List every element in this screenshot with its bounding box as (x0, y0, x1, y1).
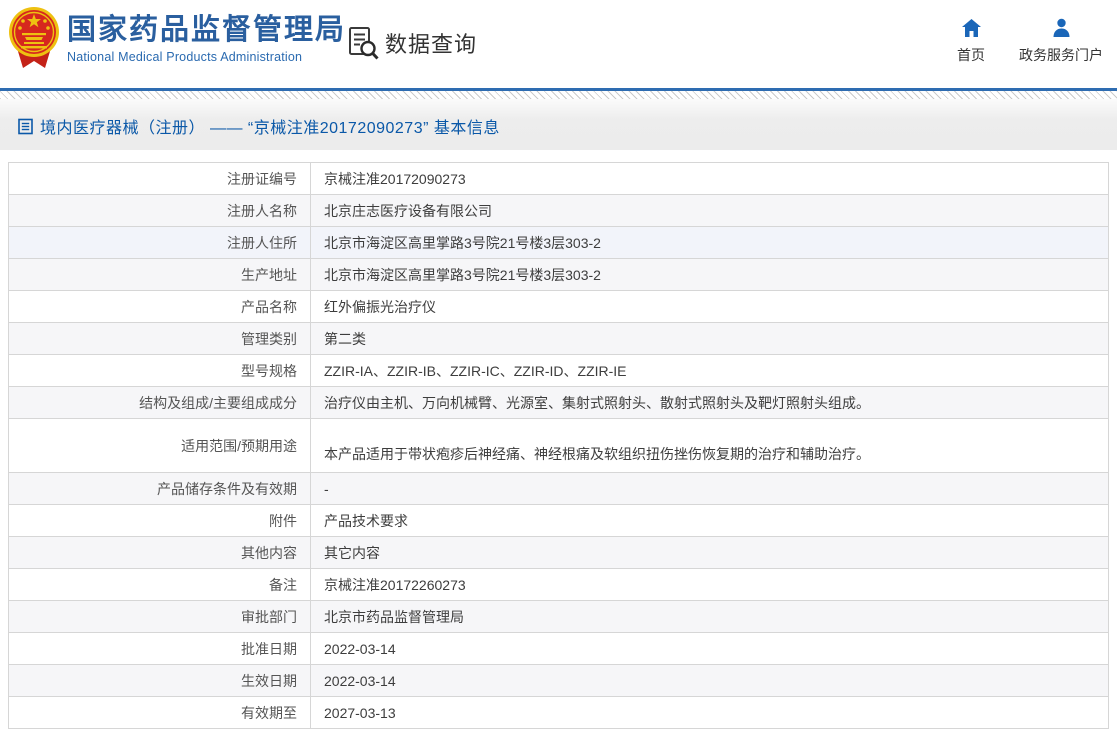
field-value: 红外偏振光治疗仪 (310, 290, 1109, 323)
site-header: 国家药品监督管理局 National Medical Products Admi… (0, 0, 1117, 88)
field-label: 批准日期 (8, 632, 311, 665)
table-row: 注册证编号 京械注准20172090273 (8, 162, 1109, 195)
field-label: 生效日期 (8, 664, 311, 697)
breadcrumb-band: 境内医疗器械（注册） —— “京械注准20172090273” 基本信息 (0, 99, 1117, 150)
field-value: - (310, 472, 1109, 505)
field-label: 注册人名称 (8, 194, 311, 227)
table-row: 产品储存条件及有效期 - (8, 472, 1109, 505)
table-row: 备注 京械注准20172260273 (8, 568, 1109, 601)
national-emblem-logo[interactable] (8, 6, 60, 70)
table-row: 产品名称 红外偏振光治疗仪 (8, 290, 1109, 323)
field-label: 生产地址 (8, 258, 311, 291)
nav-item-label: 首页 (957, 47, 985, 63)
org-name-en: National Medical Products Administration (67, 50, 303, 64)
field-label: 产品储存条件及有效期 (8, 472, 311, 505)
table-row: 批准日期 2022-03-14 (8, 632, 1109, 665)
field-label: 适用范围/预期用途 (8, 418, 311, 473)
org-names: 国家药品监督管理局 National Medical Products Admi… (67, 13, 346, 64)
field-label: 管理类别 (8, 322, 311, 355)
table-row: 结构及组成/主要组成成分 治疗仪由主机、万向机械臂、光源室、集射式照射头、散射式… (8, 386, 1109, 419)
field-value: 产品技术要求 (310, 504, 1109, 537)
hatch-stripe-band (0, 91, 1117, 99)
registration-info-table: 注册证编号 京械注准20172090273 注册人名称 北京庄志医疗设备有限公司… (8, 162, 1109, 729)
nav-item-label: 政务服务门户 (1019, 47, 1103, 63)
home-icon (961, 19, 981, 37)
field-value: 京械注准20172090273 (310, 162, 1109, 195)
doc-list-icon (18, 118, 33, 134)
field-label: 结构及组成/主要组成成分 (8, 386, 311, 419)
field-value: 2027-03-13 (310, 696, 1109, 729)
table-row: 审批部门 北京市药品监督管理局 (8, 600, 1109, 633)
table-row: 管理类别 第二类 (8, 322, 1109, 355)
table-row-highlighted: 注册人住所 北京市海淀区高里掌路3号院21号楼3层303-2 (8, 226, 1109, 259)
document-search-icon (349, 27, 379, 60)
breadcrumb: 境内医疗器械（注册） —— “京械注准20172090273” 基本信息 (18, 114, 500, 138)
field-label: 型号规格 (8, 354, 311, 387)
nav-item-home[interactable]: 首页 (957, 18, 985, 65)
field-value: 北京市海淀区高里掌路3号院21号楼3层303-2 (310, 258, 1109, 291)
national-emblem-icon (9, 7, 59, 68)
table-row: 生效日期 2022-03-14 (8, 664, 1109, 697)
field-label: 有效期至 (8, 696, 311, 729)
table-row: 有效期至 2027-03-13 (8, 696, 1109, 729)
org-name-zh: 国家药品监督管理局 (67, 14, 347, 46)
table-row: 适用范围/预期用途 本产品适用于带状疱疹后神经痛、神经根痛及软组织扭伤挫伤恢复期… (8, 418, 1109, 473)
page-title: 境内医疗器械（注册） —— “京械注准20172090273” 基本信息 (40, 120, 500, 137)
field-label: 注册证编号 (8, 162, 311, 195)
header-nav: 首页 政务服务门户 (957, 18, 1103, 65)
table-row: 注册人名称 北京庄志医疗设备有限公司 (8, 194, 1109, 227)
field-label: 其他内容 (8, 536, 311, 569)
field-label: 产品名称 (8, 290, 311, 323)
field-label: 审批部门 (8, 600, 311, 633)
table-row: 附件 产品技术要求 (8, 504, 1109, 537)
table-row: 型号规格 ZZIR-IA、ZZIR-IB、ZZIR-IC、ZZIR-ID、ZZI… (8, 354, 1109, 387)
page: 国家药品监督管理局 National Medical Products Admi… (0, 0, 1117, 733)
table-row: 生产地址 北京市海淀区高里掌路3号院21号楼3层303-2 (8, 258, 1109, 291)
field-label: 附件 (8, 504, 311, 537)
field-value: 本产品适用于带状疱疹后神经痛、神经根痛及软组织扭伤挫伤恢复期的治疗和辅助治疗。 (310, 418, 1109, 473)
data-query-link[interactable]: 数据查询 (348, 26, 477, 60)
field-value: 2022-03-14 (310, 664, 1109, 697)
nav-item-gov-portal[interactable]: 政务服务门户 (1019, 18, 1103, 65)
field-value: 其它内容 (310, 536, 1109, 569)
field-value: 2022-03-14 (310, 632, 1109, 665)
field-label: 备注 (8, 568, 311, 601)
field-value: 京械注准20172260273 (310, 568, 1109, 601)
field-value: 北京庄志医疗设备有限公司 (310, 194, 1109, 227)
table-row: 其他内容 其它内容 (8, 536, 1109, 569)
field-value: 北京市药品监督管理局 (310, 600, 1109, 633)
field-value: 治疗仪由主机、万向机械臂、光源室、集射式照射头、散射式照射头及靶灯照射头组成。 (310, 386, 1109, 419)
user-icon (1053, 18, 1069, 37)
field-value: 第二类 (310, 322, 1109, 355)
field-value: ZZIR-IA、ZZIR-IB、ZZIR-IC、ZZIR-ID、ZZIR-IE (310, 354, 1109, 387)
field-label: 注册人住所 (8, 226, 311, 259)
field-value: 北京市海淀区高里掌路3号院21号楼3层303-2 (310, 226, 1109, 259)
data-query-label: 数据查询 (385, 32, 478, 57)
